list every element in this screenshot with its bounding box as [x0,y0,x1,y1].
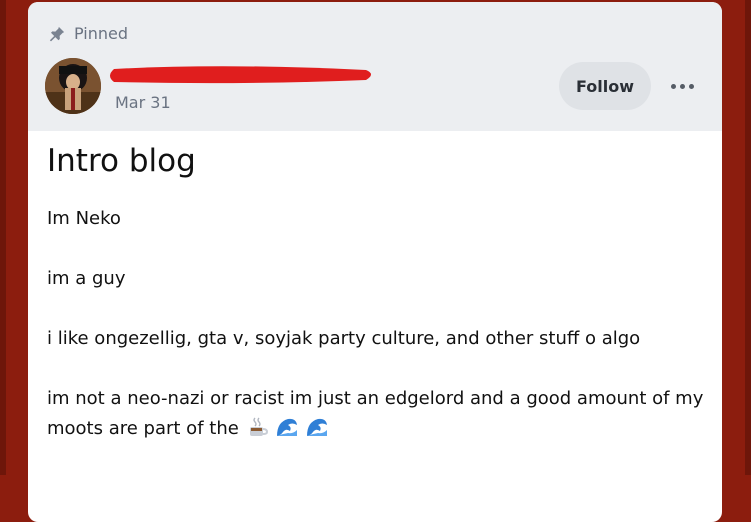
post-header: Pinned Mar 31 Follow [28,2,722,131]
pinned-indicator: Pinned [48,24,128,43]
pin-icon [49,26,65,41]
more-options-icon[interactable] [665,72,699,100]
post-paragraph: Im Neko [47,208,121,229]
post-paragraph-last: im not a neo-nazi or racist im just an e… [47,384,707,444]
follow-button[interactable]: Follow [559,62,651,110]
avatar-image [45,58,101,114]
more-dot [679,83,685,89]
post-paragraph-text: im not a neo-nazi or racist im just an e… [47,388,704,439]
water-wave-icon [277,418,298,436]
avatar[interactable] [45,58,101,114]
background-edge-right [745,0,751,475]
more-dot [688,83,694,89]
redaction-mark [110,66,371,84]
water-wave-icon [307,418,327,436]
pinned-label: Pinned [74,24,129,43]
more-dot [670,83,676,89]
post-paragraph: i like ongezellig, gta v, soyjak party c… [47,328,641,349]
hot-beverage-icon [249,417,268,436]
post-card: Pinned Mar 31 Follow Intro blog Im Neko … [28,2,722,522]
background-edge-left [0,0,6,475]
post-title: Intro blog [47,143,196,179]
post-date: Mar 31 [115,93,171,112]
post-paragraph: im a guy [47,268,126,289]
